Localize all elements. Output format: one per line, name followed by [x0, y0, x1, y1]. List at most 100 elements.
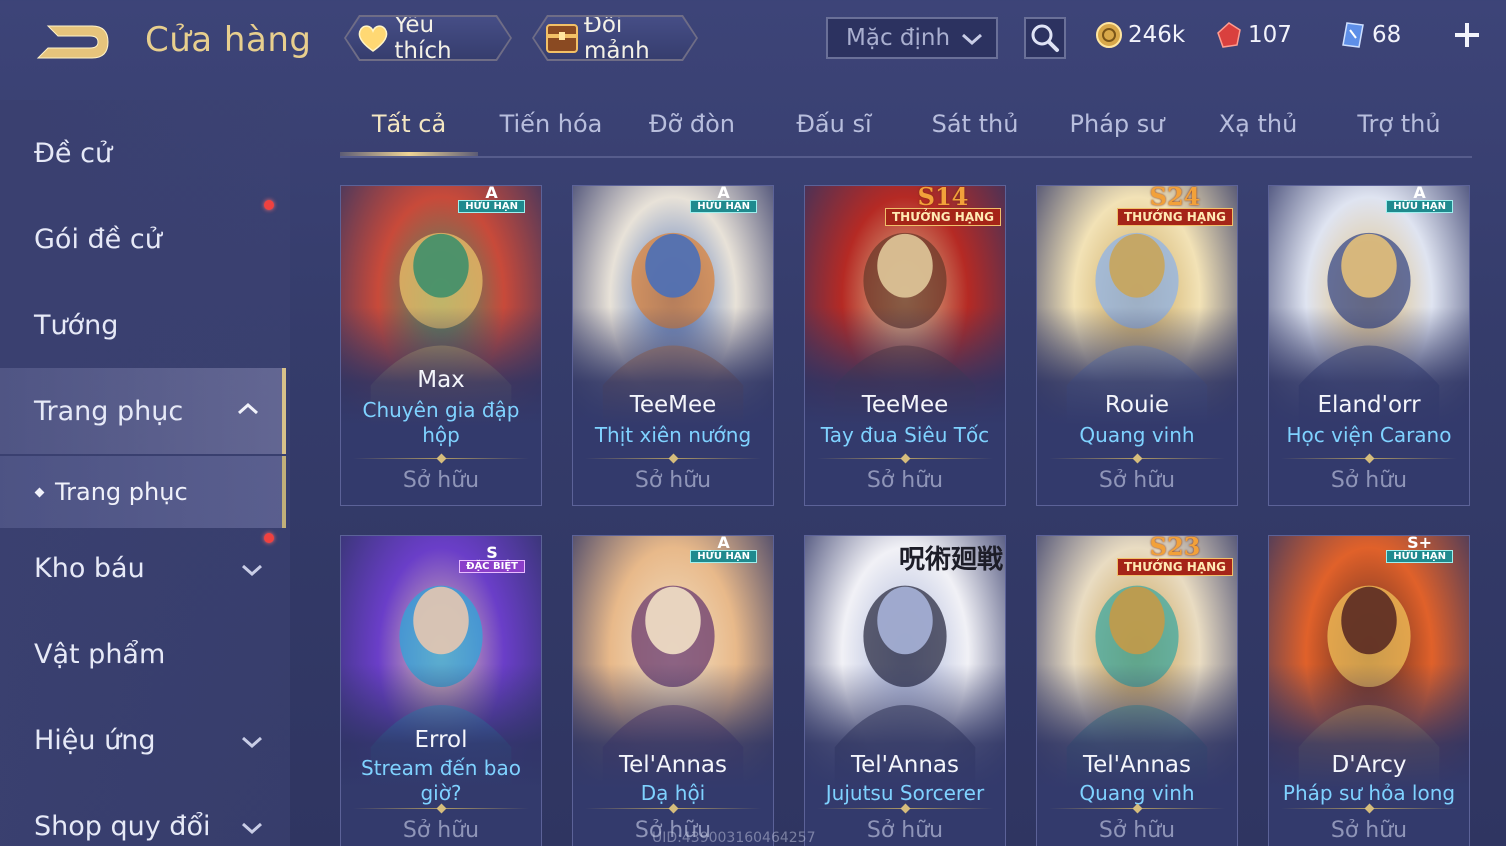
skin-card[interactable]: TeeMee Tay đua Siêu Tốc Sở hữu S14 THƯỞN…: [804, 185, 1006, 506]
hero-name: D'Arcy: [1331, 752, 1407, 778]
tab-all[interactable]: Tất cả: [340, 110, 478, 156]
back-button[interactable]: [34, 20, 114, 66]
notification-dot: [264, 200, 274, 210]
tab-label: Đỡ đòn: [648, 110, 736, 138]
skin-card[interactable]: Tel'Annas Quang vinh Sở hữu S23 THƯỞNG H…: [1036, 535, 1238, 846]
rarity-badge: A HỮU HẠN: [458, 185, 525, 214]
owned-status: Sở hữu: [1098, 468, 1176, 493]
badge-label: THƯỞNG HẠNG: [1116, 558, 1233, 576]
sidebar-item-heroes[interactable]: Tướng: [0, 282, 286, 368]
ruby-balance: 107: [1214, 18, 1292, 52]
gold-balance: 246k: [1094, 18, 1185, 52]
plus-icon: [1455, 23, 1479, 47]
sidebar-item-items[interactable]: Vật phẩm: [0, 611, 286, 697]
skin-name: Stream đến bao giờ?: [341, 756, 541, 806]
sidebar-item-label: Trang phục: [34, 395, 184, 427]
skin-card[interactable]: Tel'Annas Dạ hội Sở hữu A HỮU HẠN: [572, 535, 774, 846]
sidebar: Đề cử Gói đề cử Tướng Trang phục Trang p…: [0, 100, 290, 846]
sidebar-item-skins[interactable]: Trang phục: [0, 368, 286, 454]
page-title: Cửa hàng: [145, 20, 312, 60]
badge-label: THƯỞNG HẠNG: [1116, 208, 1233, 226]
sidebar-item-exchange-shop[interactable]: Shop quy đổi: [0, 783, 286, 846]
sidebar-subitem-label: Trang phục: [55, 478, 188, 506]
bullet-icon: [34, 487, 45, 497]
rarity-badge: A HỮU HẠN: [1386, 186, 1453, 214]
tab-marksman[interactable]: Xạ thủ: [1189, 110, 1327, 156]
owned-status: Sở hữu: [866, 468, 944, 493]
owned-status: Sở hữu: [1330, 468, 1408, 493]
tab-label: Tiến hóa: [499, 110, 603, 138]
chevron-down-icon: [242, 822, 262, 835]
exchange-button[interactable]: Đổi mảnh: [534, 17, 696, 59]
tab-fighter[interactable]: Đấu sĩ: [765, 110, 903, 156]
sidebar-item-label: Tướng: [34, 309, 119, 341]
owned-status: Sở hữu: [866, 818, 944, 843]
heart-icon: [356, 20, 390, 56]
notification-dot: [264, 533, 274, 543]
rarity-badge: 呪術廻戦: [897, 542, 1005, 575]
gold-coin-icon: [1094, 20, 1124, 50]
skin-name: Chuyên gia đập hộp: [341, 398, 541, 448]
voucher-balance: 68: [1338, 18, 1401, 52]
badge-grade: A: [717, 185, 730, 202]
badge-label: HỮU HẠN: [690, 199, 757, 213]
sidebar-item-label: Đề cử: [34, 137, 113, 169]
sidebar-item-label: Shop quy đổi: [34, 810, 211, 842]
tab-label: Đấu sĩ: [796, 110, 872, 138]
tab-label: Pháp sư: [1069, 110, 1165, 138]
chevron-down-icon: [242, 736, 262, 749]
sidebar-item-recommended[interactable]: Đề cử: [0, 110, 286, 196]
badge-grade: S14: [917, 185, 969, 211]
badge-grade: S24: [1149, 185, 1201, 211]
skin-name: Thịt xiên nướng: [573, 423, 773, 448]
top-up-button[interactable]: [1450, 18, 1484, 52]
hero-name: TeeMee: [629, 392, 717, 418]
skin-card[interactable]: Max Chuyên gia đập hộp Sở hữu A HỮU HẠN: [340, 185, 542, 506]
sidebar-item-treasure[interactable]: Kho báu: [0, 525, 286, 611]
hero-name: Errol: [414, 727, 468, 753]
skin-name-line: Chuyên gia đập: [362, 398, 520, 422]
sort-dropdown[interactable]: Mặc định: [826, 17, 998, 59]
search-button[interactable]: [1024, 17, 1066, 59]
skin-card[interactable]: Tel'Annas Jujutsu Sorcerer Sở hữu 呪術廻戦: [804, 535, 1006, 846]
sidebar-subitem-skins[interactable]: Trang phục: [0, 456, 286, 528]
ruby-value: 107: [1248, 22, 1292, 48]
skin-card[interactable]: D'Arcy Pháp sư hỏa long Sở hữu S+ HỮU HẠ…: [1268, 535, 1470, 846]
sidebar-item-recommended-bundles[interactable]: Gói đề cử: [0, 196, 286, 282]
skin-name-line: Học viện Carano: [1286, 423, 1452, 447]
ruby-gem-icon: [1214, 20, 1244, 50]
skin-name-line: Thịt xiên nướng: [594, 423, 752, 447]
tab-assassin[interactable]: Sát thủ: [906, 110, 1044, 156]
tab-support[interactable]: Trợ thủ: [1330, 110, 1468, 156]
badge-label: HỮU HẠN: [1386, 549, 1453, 563]
badge-label: HỮU HẠN: [1386, 199, 1453, 213]
tab-tank[interactable]: Đỡ đòn: [623, 110, 761, 156]
tab-label: Tất cả: [371, 110, 447, 138]
sort-value: Mặc định: [846, 25, 951, 51]
badge-grade: A: [485, 185, 498, 202]
skin-card[interactable]: TeeMee Thịt xiên nướng Sở hữu A HỮU HẠN: [572, 185, 774, 506]
tab-label: Trợ thủ: [1357, 110, 1441, 138]
player-uid: UID:439003160464257: [652, 830, 816, 846]
skin-card[interactable]: Rouie Quang vinh Sở hữu S24 THƯỞNG HẠNG: [1036, 185, 1238, 506]
skin-card[interactable]: Eland'orr Học viện Carano Sở hữu A HỮU H…: [1268, 185, 1470, 506]
rarity-badge: S24 THƯỞNG HẠNG: [1116, 185, 1233, 228]
chevron-down-icon: [962, 33, 982, 46]
rarity-badge: S ĐẶC BIỆT: [459, 544, 525, 574]
tab-mage[interactable]: Pháp sư: [1048, 110, 1186, 156]
top-bar: Cửa hàng Yêu thích Đổi mảnh Mặc định 246…: [0, 0, 1506, 80]
favorites-button[interactable]: Yêu thích: [346, 17, 510, 59]
voucher-value: 68: [1372, 22, 1402, 48]
sidebar-item-effects[interactable]: Hiệu ứng: [0, 697, 286, 783]
skin-card[interactable]: Errol Stream đến bao giờ? Sở hữu S ĐẶC B…: [340, 535, 542, 846]
hero-name: Tel'Annas: [619, 752, 727, 778]
sidebar-item-label: Hiệu ứng: [34, 724, 156, 756]
hero-name: Tel'Annas: [851, 752, 959, 778]
voucher-crystal-icon: [1338, 20, 1368, 50]
rarity-badge: A HỮU HẠN: [690, 535, 757, 564]
sidebar-item-label: Kho báu: [34, 552, 145, 584]
badge-grade: A: [717, 535, 730, 552]
hero-name: Max: [417, 367, 465, 393]
rarity-badge: S23 THƯỞNG HẠNG: [1116, 536, 1233, 578]
tab-evolution[interactable]: Tiến hóa: [482, 110, 620, 156]
